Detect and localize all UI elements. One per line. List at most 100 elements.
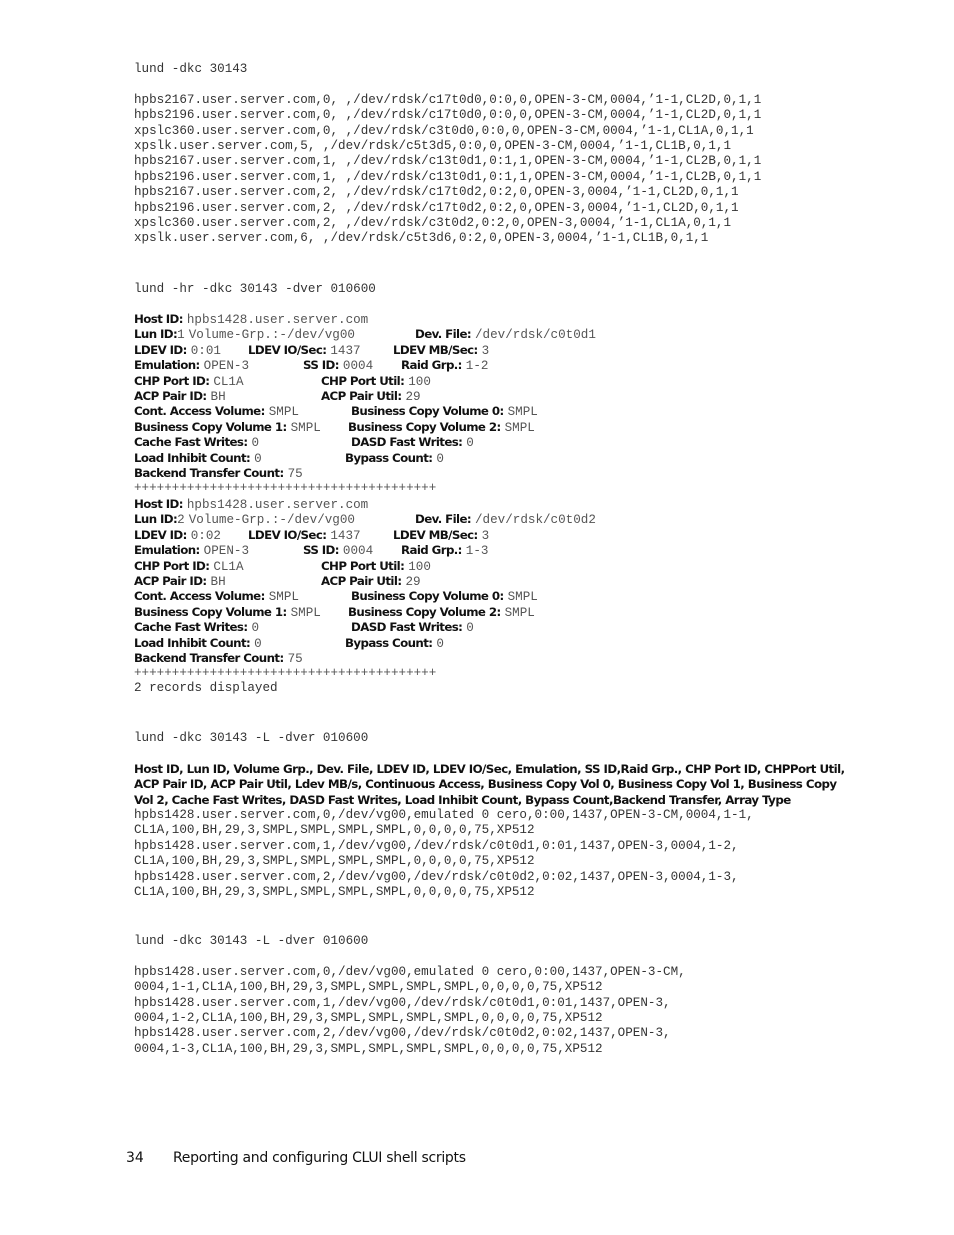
chp-port-id-label: CHP Port ID: [134, 558, 206, 573]
ldev-id-label: LDEV ID: [134, 342, 183, 357]
colon: :: [260, 404, 266, 419]
ldev-mb-label: LDEV MB/Sec: [393, 342, 474, 357]
output-line: hpbs1428.user.server.com,2,/dev/vg00,/de…: [134, 1026, 671, 1041]
dev-file-value: /dev/rdsk/c0t0d2: [474, 513, 596, 528]
colon: :: [282, 604, 287, 619]
bypass-label: Bypass Count: [345, 635, 429, 650]
acp-pair-util-label: ACP Pair Util: [321, 388, 398, 403]
colon: :: [458, 435, 463, 450]
colon: :: [397, 573, 402, 588]
colon: :: [178, 497, 184, 511]
ss-id-value: 0004: [342, 359, 374, 374]
command-line: lund -dkc 30143: [134, 62, 248, 76]
record-row: Cont. Access Volume: SMPL Business Copy V…: [134, 403, 854, 419]
separator: ++++++++++++++++++++++++++++++++++++++++…: [134, 666, 436, 697]
page-footer: 34 Reporting and configuring CLUI shell …: [126, 1150, 466, 1166]
record-row: CHP Port ID: CL1A CHP Port Util: 100: [134, 373, 854, 389]
colon: :: [322, 527, 327, 542]
backend-field: Backend Transfer Count: 75: [134, 650, 303, 667]
cont-access-value: SMPL: [268, 590, 299, 605]
record-row: Host ID: hpbs1428.user.server.com: [134, 496, 854, 512]
chp-port-util-label: CHP Port Util: [321, 373, 401, 388]
emulation-label: Emulation: [134, 358, 196, 373]
load-inhibit-label: Load Inhibit Count: [134, 635, 247, 650]
separator-line: ++++++++++++++++++++++++++++++++++++++++: [134, 481, 437, 495]
record-block: Host ID: hpbs1428.user.server.com Lun ID:…: [134, 496, 854, 667]
colon: :: [282, 419, 287, 434]
record-row: Load Inhibit Count: 0 Bypass Count: 0: [134, 450, 854, 466]
colon: :: [466, 327, 472, 342]
command-line: lund -dkc 30143 -L -dver 010600: [134, 731, 369, 745]
record-row: Backend Transfer Count: 75: [134, 650, 854, 667]
colon: :: [473, 527, 479, 542]
bc1-label: Business Copy Volume 1: [134, 604, 283, 619]
colon: :: [400, 558, 405, 573]
colon: :: [243, 435, 248, 450]
bc0-value: SMPL: [507, 590, 538, 605]
ldev-io-label: LDEV IO/Sec: [248, 342, 323, 357]
colon: :: [499, 589, 504, 604]
ldev-mb-value: 3: [481, 343, 490, 358]
load-inhibit-value: 0: [254, 636, 262, 651]
chp-port-id-label: CHP Port ID: [134, 373, 206, 388]
host-id-value: hpbs1428.user.server.com: [186, 313, 369, 327]
output-line: xpslk.user.server.com,5, ,/dev/rdsk/c5t3…: [134, 138, 732, 153]
record-row: Emulation: OPEN-3 SS ID: 0004 Raid Grp.: 1…: [134, 357, 854, 374]
record-row: ACP Pair ID: BH ACP Pair Util: 29: [134, 573, 854, 589]
colon: :: [243, 620, 248, 635]
colon: :: [246, 450, 251, 465]
raid-grp-label: Raid Grp.: [401, 543, 458, 558]
output-line: hpbs1428.user.server.com,2,/dev/vg00,/de…: [134, 869, 739, 884]
output-line: xpslc360.user.server.com,2, ,/dev/rdsk/c…: [134, 215, 732, 230]
cont-access-label: Cont. Access Volume: [134, 589, 261, 604]
section-lund-hr: lund -hr -dkc 30143 -dver 010600: [134, 282, 376, 297]
colon: :: [334, 358, 340, 373]
record-row: Cont. Access Volume: SMPL Business Copy V…: [134, 588, 854, 605]
ldev-io-value: 1437: [330, 343, 361, 358]
command-line: lund -hr -dkc 30143 -dver 010600: [134, 282, 376, 296]
ldev-io-label: LDEV IO/Sec: [248, 527, 323, 542]
output-line: CL1A,100,BH,29,3,SMPL,SMPL,SMPL,SMPL,0,0…: [134, 854, 535, 869]
dasd-fast-label: DASD Fast Writes: [351, 620, 459, 635]
lun-id-label: Lun ID: [134, 327, 174, 342]
bc0-label: Business Copy Volume 0: [351, 404, 500, 419]
page-number: 34: [126, 1150, 144, 1166]
acp-pair-util-value: 29: [405, 574, 421, 589]
ldev-io-value: 1437: [330, 528, 361, 543]
output-line: hpbs2167.user.server.com,1, ,/dev/rdsk/c…: [134, 154, 762, 169]
colon: :: [466, 512, 472, 527]
section-lund-list-2: lund -dkc 30143 -L -dver 010600 hpbs1428…: [134, 934, 686, 1057]
colon: :: [428, 635, 433, 650]
colon: :: [195, 543, 201, 558]
colon: :: [205, 373, 210, 388]
colon: :: [334, 543, 340, 558]
section-lund-list: lund -dkc 30143 -L -dver 010600 Host ID,…: [134, 731, 854, 900]
record-row: CHP Port ID: CL1A CHP Port Util: 100: [134, 558, 854, 574]
chp-port-id-value: CL1A: [213, 559, 244, 574]
colon: :: [322, 342, 327, 357]
cont-access-label: Cont. Access Volume: [134, 404, 261, 419]
bc2-value: SMPL: [504, 605, 535, 620]
load-inhibit-label: Load Inhibit Count: [134, 450, 247, 465]
record-row: ACP Pair ID: BH ACP Pair Util: 29: [134, 388, 854, 404]
bc1-value: SMPL: [290, 420, 321, 435]
record-row: Lun ID: 2 Volume-Grp.:-/dev/vg00 Dev. File…: [134, 511, 854, 528]
host-id-label: Host ID: [134, 497, 179, 511]
column-header-list: Host ID, Lun ID, Volume Grp., Dev. File,…: [134, 761, 845, 807]
output-line: 0004,1-1,CL1A,100,BH,29,3,SMPL,SMPL,SMPL…: [134, 980, 603, 995]
acp-pair-util-label: ACP Pair Util: [321, 573, 398, 588]
bc2-label: Business Copy Volume 2: [348, 604, 497, 619]
colon: :: [457, 358, 463, 373]
separator: ++++++++++++++++++++++++++++++++++++++++: [134, 481, 436, 496]
backend-label: Backend Transfer Count: [134, 650, 280, 665]
footer-title: Reporting and configuring CLUI shell scr…: [173, 1150, 466, 1166]
colon: :: [205, 558, 210, 573]
lun-id-value: 1: [177, 328, 185, 343]
ldev-mb-value: 3: [481, 528, 490, 543]
chp-port-util-label: CHP Port Util: [321, 558, 401, 573]
colon: :: [195, 358, 201, 373]
lun-id-label: Lun ID: [134, 512, 174, 527]
bypass-label: Bypass Count: [345, 450, 429, 465]
record-row: Cache Fast Writes: 0 DASD Fast Writes: 0: [134, 619, 854, 635]
backend-field: Backend Transfer Count: 75: [134, 465, 303, 482]
